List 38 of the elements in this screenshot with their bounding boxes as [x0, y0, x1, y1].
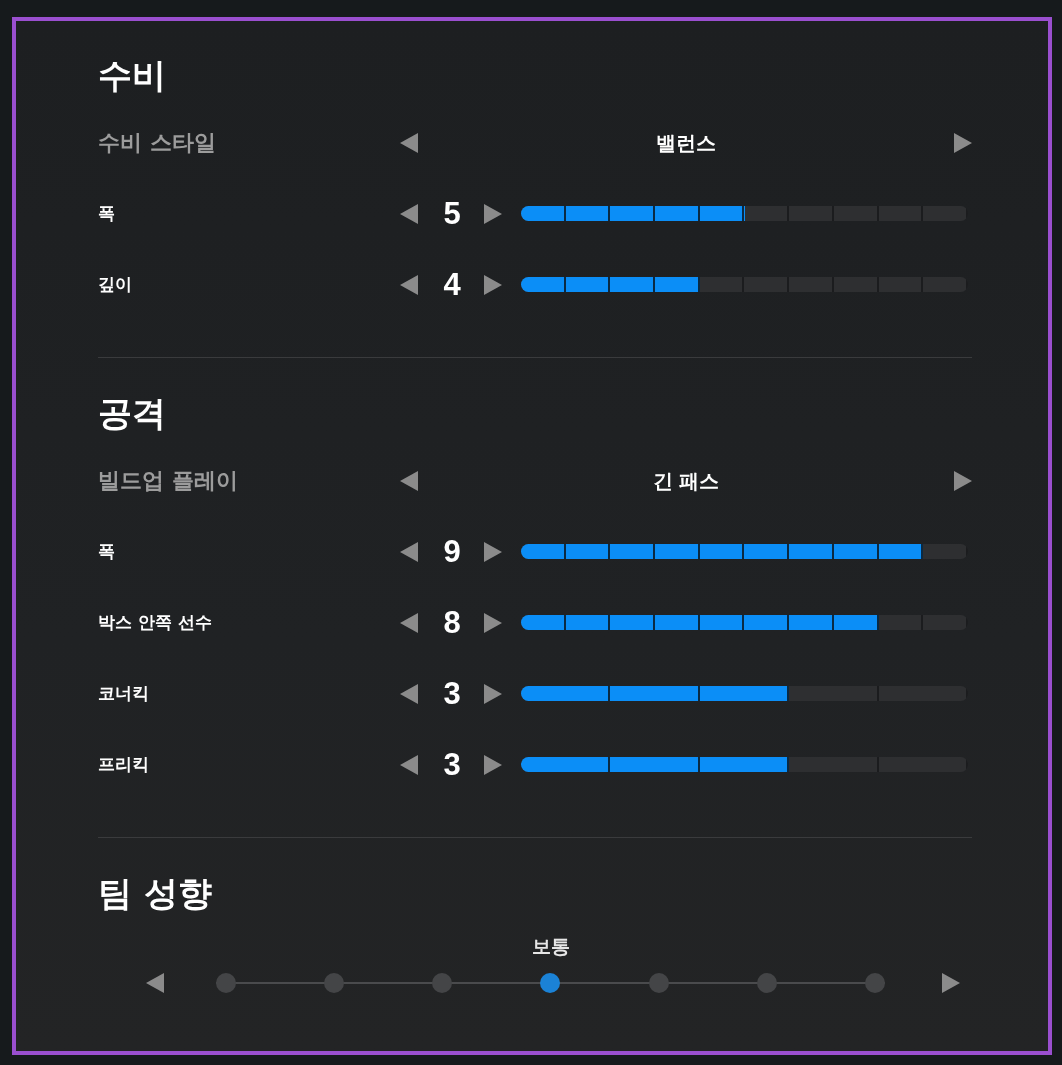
setting-label: 폭 — [98, 539, 116, 563]
right-arrow-icon[interactable] — [484, 612, 502, 633]
left-arrow-icon[interactable] — [400, 274, 418, 295]
left-arrow-icon[interactable] — [400, 683, 418, 704]
setting-value: 긴 패스 — [652, 467, 720, 495]
setting-number: 9 — [443, 536, 461, 567]
right-arrow-icon[interactable] — [942, 973, 960, 993]
setting-label: 프리킥 — [98, 752, 150, 776]
setting-label: 코너킥 — [98, 681, 150, 705]
left-arrow-icon[interactable] — [400, 541, 418, 562]
right-arrow-icon[interactable] — [954, 470, 972, 491]
scale-value: 보통 — [531, 934, 570, 958]
right-arrow-icon[interactable] — [484, 541, 502, 562]
right-arrow-icon[interactable] — [484, 203, 502, 224]
right-arrow-icon[interactable] — [484, 683, 502, 704]
left-arrow-icon[interactable] — [400, 470, 418, 491]
setting-label: 박스 안쪽 선수 — [98, 610, 213, 634]
setting-label: 수비 스타일 — [98, 129, 217, 157]
section-heading: 공격 — [98, 396, 166, 430]
setting-number: 8 — [443, 607, 461, 638]
setting-number: 4 — [443, 269, 461, 300]
setting-number: 5 — [443, 198, 461, 229]
setting-number: 3 — [443, 678, 461, 709]
left-arrow-icon[interactable] — [400, 612, 418, 633]
setting-number: 3 — [443, 749, 461, 780]
left-arrow-icon[interactable] — [400, 132, 418, 153]
left-arrow-icon[interactable] — [400, 203, 418, 224]
left-arrow-icon[interactable] — [400, 754, 418, 775]
right-arrow-icon[interactable] — [484, 754, 502, 775]
right-arrow-icon[interactable] — [954, 132, 972, 153]
setting-value: 밸런스 — [656, 129, 716, 157]
setting-label: 폭 — [98, 201, 116, 225]
section-heading: 수비 — [98, 58, 166, 92]
left-arrow-icon[interactable] — [146, 973, 164, 993]
right-arrow-icon[interactable] — [484, 274, 502, 295]
setting-label: 빌드업 플레이 — [98, 467, 239, 495]
section-heading: 팀 성향 — [98, 876, 212, 910]
setting-label: 깊이 — [98, 272, 133, 296]
